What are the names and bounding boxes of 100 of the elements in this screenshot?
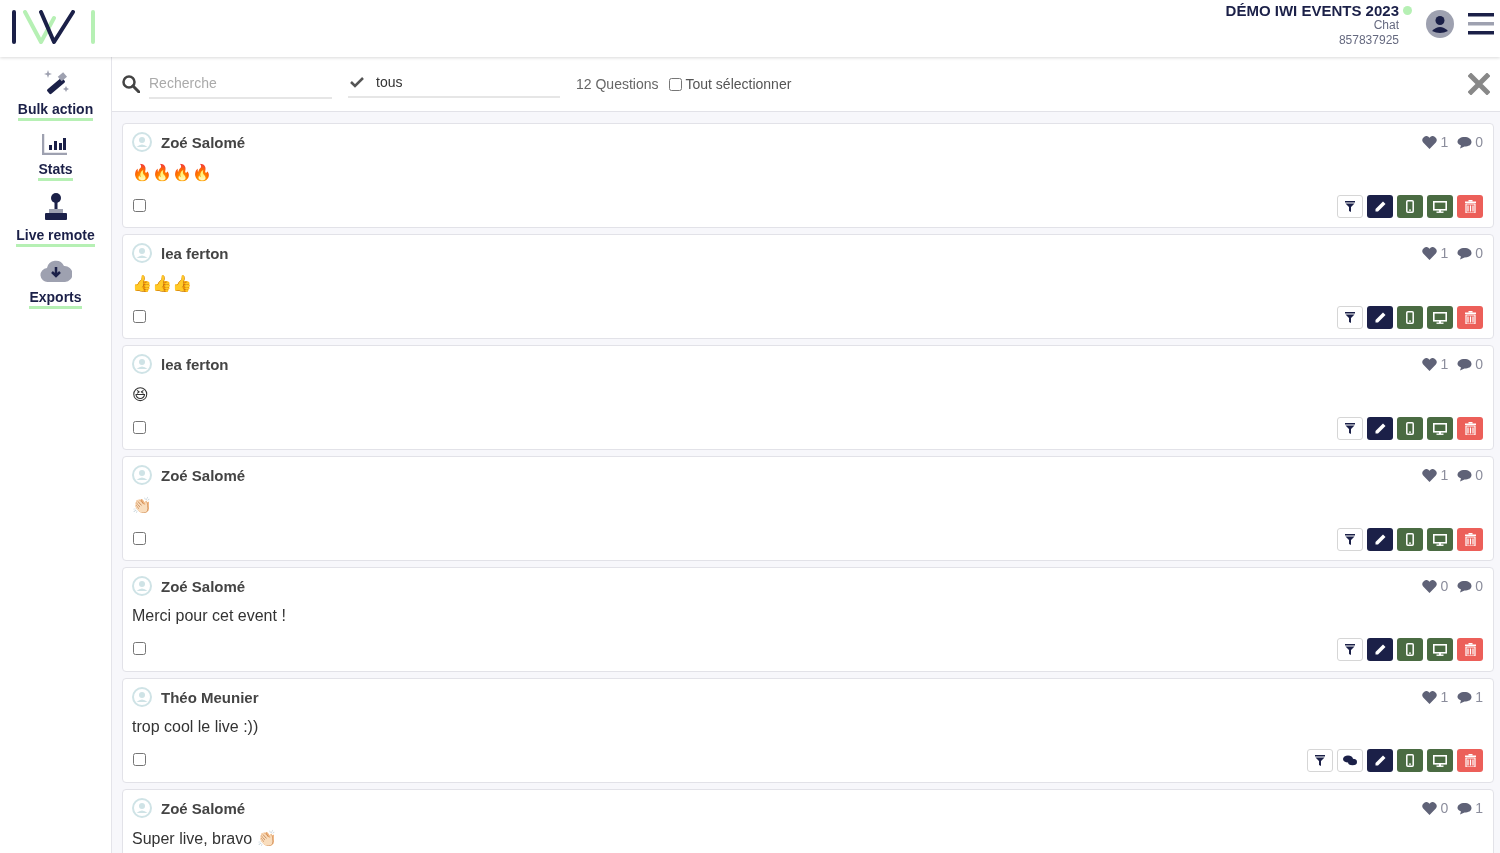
author-name: Zoé Salomé — [161, 577, 246, 595]
menu-icon[interactable] — [1468, 13, 1494, 35]
delete-button[interactable] — [1457, 195, 1483, 218]
comment-count: 1 — [1475, 689, 1483, 705]
sidebar-item[interactable]: Exports — [29, 259, 82, 309]
funnel-icon — [1345, 423, 1355, 434]
question-checkbox[interactable] — [133, 642, 146, 655]
edit-button[interactable] — [1367, 417, 1393, 440]
delete-button[interactable] — [1457, 528, 1483, 551]
edit-button[interactable] — [1367, 528, 1393, 551]
question-count: 12 Questions — [576, 76, 659, 92]
question-text: trop cool le live :)) — [132, 718, 260, 736]
author-name: Zoé Salomé — [161, 466, 246, 484]
question-checkbox[interactable] — [133, 753, 146, 766]
phone-icon — [1406, 311, 1414, 324]
trash-icon — [1464, 754, 1476, 767]
cloud-download-icon — [39, 259, 72, 283]
close-icon[interactable] — [1468, 73, 1490, 95]
select-all-label[interactable]: Tout sélectionner — [685, 76, 792, 92]
user-avatar-icon — [132, 132, 152, 152]
trash-icon — [1464, 422, 1476, 435]
filter-button[interactable] — [1307, 749, 1333, 772]
avatar-icon[interactable] — [1426, 10, 1454, 38]
edit-button[interactable] — [1367, 306, 1393, 329]
comment-count: 0 — [1475, 134, 1483, 150]
event-code: 857837925 — [1338, 33, 1399, 48]
monitor-icon — [1433, 311, 1447, 324]
filter-button[interactable] — [1337, 195, 1363, 218]
like-count: 0 — [1440, 800, 1449, 816]
mobile-button[interactable] — [1397, 306, 1423, 329]
heart-icon — [1422, 690, 1438, 704]
trash-icon — [1464, 643, 1476, 656]
trash-icon — [1464, 311, 1476, 324]
filter-button[interactable] — [1337, 417, 1363, 440]
delete-button[interactable] — [1457, 417, 1483, 440]
logo-icon — [11, 10, 97, 44]
filter-button[interactable] — [1337, 306, 1363, 329]
delete-button[interactable] — [1457, 306, 1483, 329]
phone-icon — [1406, 200, 1414, 213]
edit-button[interactable] — [1367, 749, 1393, 772]
question-text: 👍👍👍 — [132, 274, 193, 293]
author-name: lea ferton — [161, 244, 229, 262]
phone-icon — [1406, 643, 1414, 656]
like-count: 0 — [1440, 578, 1449, 594]
mobile-button[interactable] — [1397, 638, 1423, 661]
question-checkbox[interactable] — [133, 421, 146, 434]
screen-button[interactable] — [1427, 195, 1453, 218]
question-checkbox[interactable] — [133, 532, 146, 545]
question-text: Super live, bravo 👏🏻 — [132, 829, 278, 848]
funnel-icon — [1345, 201, 1355, 212]
edit-button[interactable] — [1367, 195, 1393, 218]
mobile-button[interactable] — [1397, 749, 1423, 772]
screen-button[interactable] — [1427, 528, 1453, 551]
user-avatar-icon — [132, 687, 152, 707]
question-checkbox[interactable] — [133, 199, 146, 212]
comment-icon — [1457, 579, 1473, 593]
filter-button[interactable] — [1337, 528, 1363, 551]
search-icon — [122, 75, 140, 93]
delete-button[interactable] — [1457, 638, 1483, 661]
select-all-checkbox[interactable] — [668, 77, 682, 91]
comment-icon — [1457, 135, 1473, 149]
heart-icon — [1422, 579, 1438, 593]
module-label: Chat — [1373, 18, 1399, 33]
funnel-icon — [1345, 312, 1355, 323]
like-count: 1 — [1440, 245, 1449, 261]
delete-button[interactable] — [1457, 749, 1483, 772]
comment-count: 1 — [1475, 800, 1483, 816]
question-checkbox[interactable] — [133, 310, 146, 323]
filter-button[interactable] — [1337, 638, 1363, 661]
funnel-icon — [1345, 644, 1355, 655]
mobile-button[interactable] — [1397, 528, 1423, 551]
funnel-icon — [1345, 534, 1355, 545]
question-text: 👏🏻 — [132, 496, 153, 515]
comment-icon — [1457, 468, 1473, 482]
screen-button[interactable] — [1427, 749, 1453, 772]
sidebar-item[interactable]: Bulk action — [17, 69, 94, 121]
phone-icon — [1406, 754, 1414, 767]
edit-button[interactable] — [1367, 638, 1393, 661]
filter-select[interactable]: tous — [348, 70, 560, 98]
pencil-icon — [1374, 312, 1386, 323]
replies-button[interactable] — [1337, 749, 1363, 772]
heart-icon — [1422, 246, 1438, 260]
sidebar-item[interactable]: Stats — [38, 133, 73, 181]
mobile-button[interactable] — [1397, 417, 1423, 440]
monitor-icon — [1433, 200, 1447, 213]
heart-icon — [1422, 801, 1438, 815]
sidebar-item[interactable]: Live remote — [16, 193, 95, 247]
question-text: Merci pour cet event ! — [132, 607, 287, 625]
heart-icon — [1422, 357, 1438, 371]
like-count: 1 — [1440, 134, 1449, 150]
like-count: 1 — [1440, 356, 1449, 372]
pencil-icon — [1374, 201, 1386, 212]
screen-button[interactable] — [1427, 638, 1453, 661]
comment-icon — [1457, 357, 1473, 371]
screen-button[interactable] — [1427, 306, 1453, 329]
funnel-icon — [1315, 755, 1325, 766]
user-avatar-icon — [132, 243, 152, 263]
monitor-icon — [1433, 533, 1447, 546]
mobile-button[interactable] — [1397, 195, 1423, 218]
screen-button[interactable] — [1427, 417, 1453, 440]
